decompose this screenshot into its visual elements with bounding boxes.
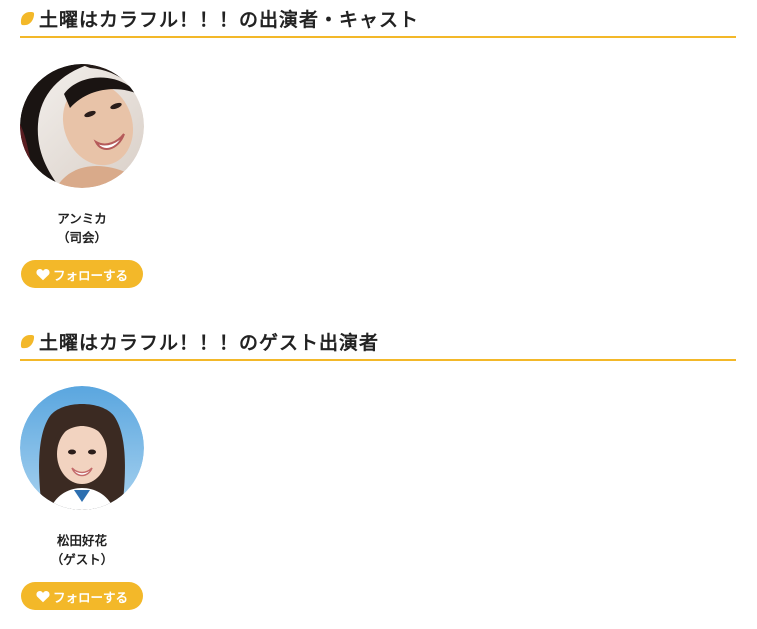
section-heading: 土曜はカラフル！！！の出演者・キャスト	[20, 0, 736, 38]
cast-role: （ゲスト）	[50, 552, 114, 567]
cast-role: （司会）	[56, 230, 107, 245]
cast-section: 土曜はカラフル！！！の出演者・キャスト アンミカ （司会） フォローする	[20, 0, 736, 288]
heart-icon	[36, 268, 50, 280]
follow-button[interactable]: フォローする	[21, 260, 143, 288]
leaf-icon	[20, 11, 35, 25]
section-title: 土曜はカラフル！！！のゲスト出演者	[39, 331, 380, 354]
section-heading: 土曜はカラフル！！！のゲスト出演者	[20, 323, 736, 361]
avatar[interactable]	[20, 386, 144, 510]
cast-card[interactable]: アンミカ （司会） フォローする	[20, 64, 144, 288]
avatar[interactable]	[20, 64, 144, 188]
leaf-icon	[20, 334, 35, 348]
section-title: 土曜はカラフル！！！の出演者・キャスト	[39, 8, 420, 31]
follow-button-label: フォローする	[52, 590, 128, 605]
cast-card[interactable]: 松田好花 （ゲスト） フォローする	[20, 386, 144, 610]
guest-section: 土曜はカラフル！！！のゲスト出演者 松田好花 （ゲスト） フォローする	[20, 323, 736, 610]
heart-icon	[36, 590, 50, 602]
follow-button[interactable]: フォローする	[21, 582, 143, 610]
follow-button-label: フォローする	[52, 268, 128, 283]
cast-name[interactable]: アンミカ	[20, 210, 144, 228]
cast-name[interactable]: 松田好花	[20, 532, 144, 550]
